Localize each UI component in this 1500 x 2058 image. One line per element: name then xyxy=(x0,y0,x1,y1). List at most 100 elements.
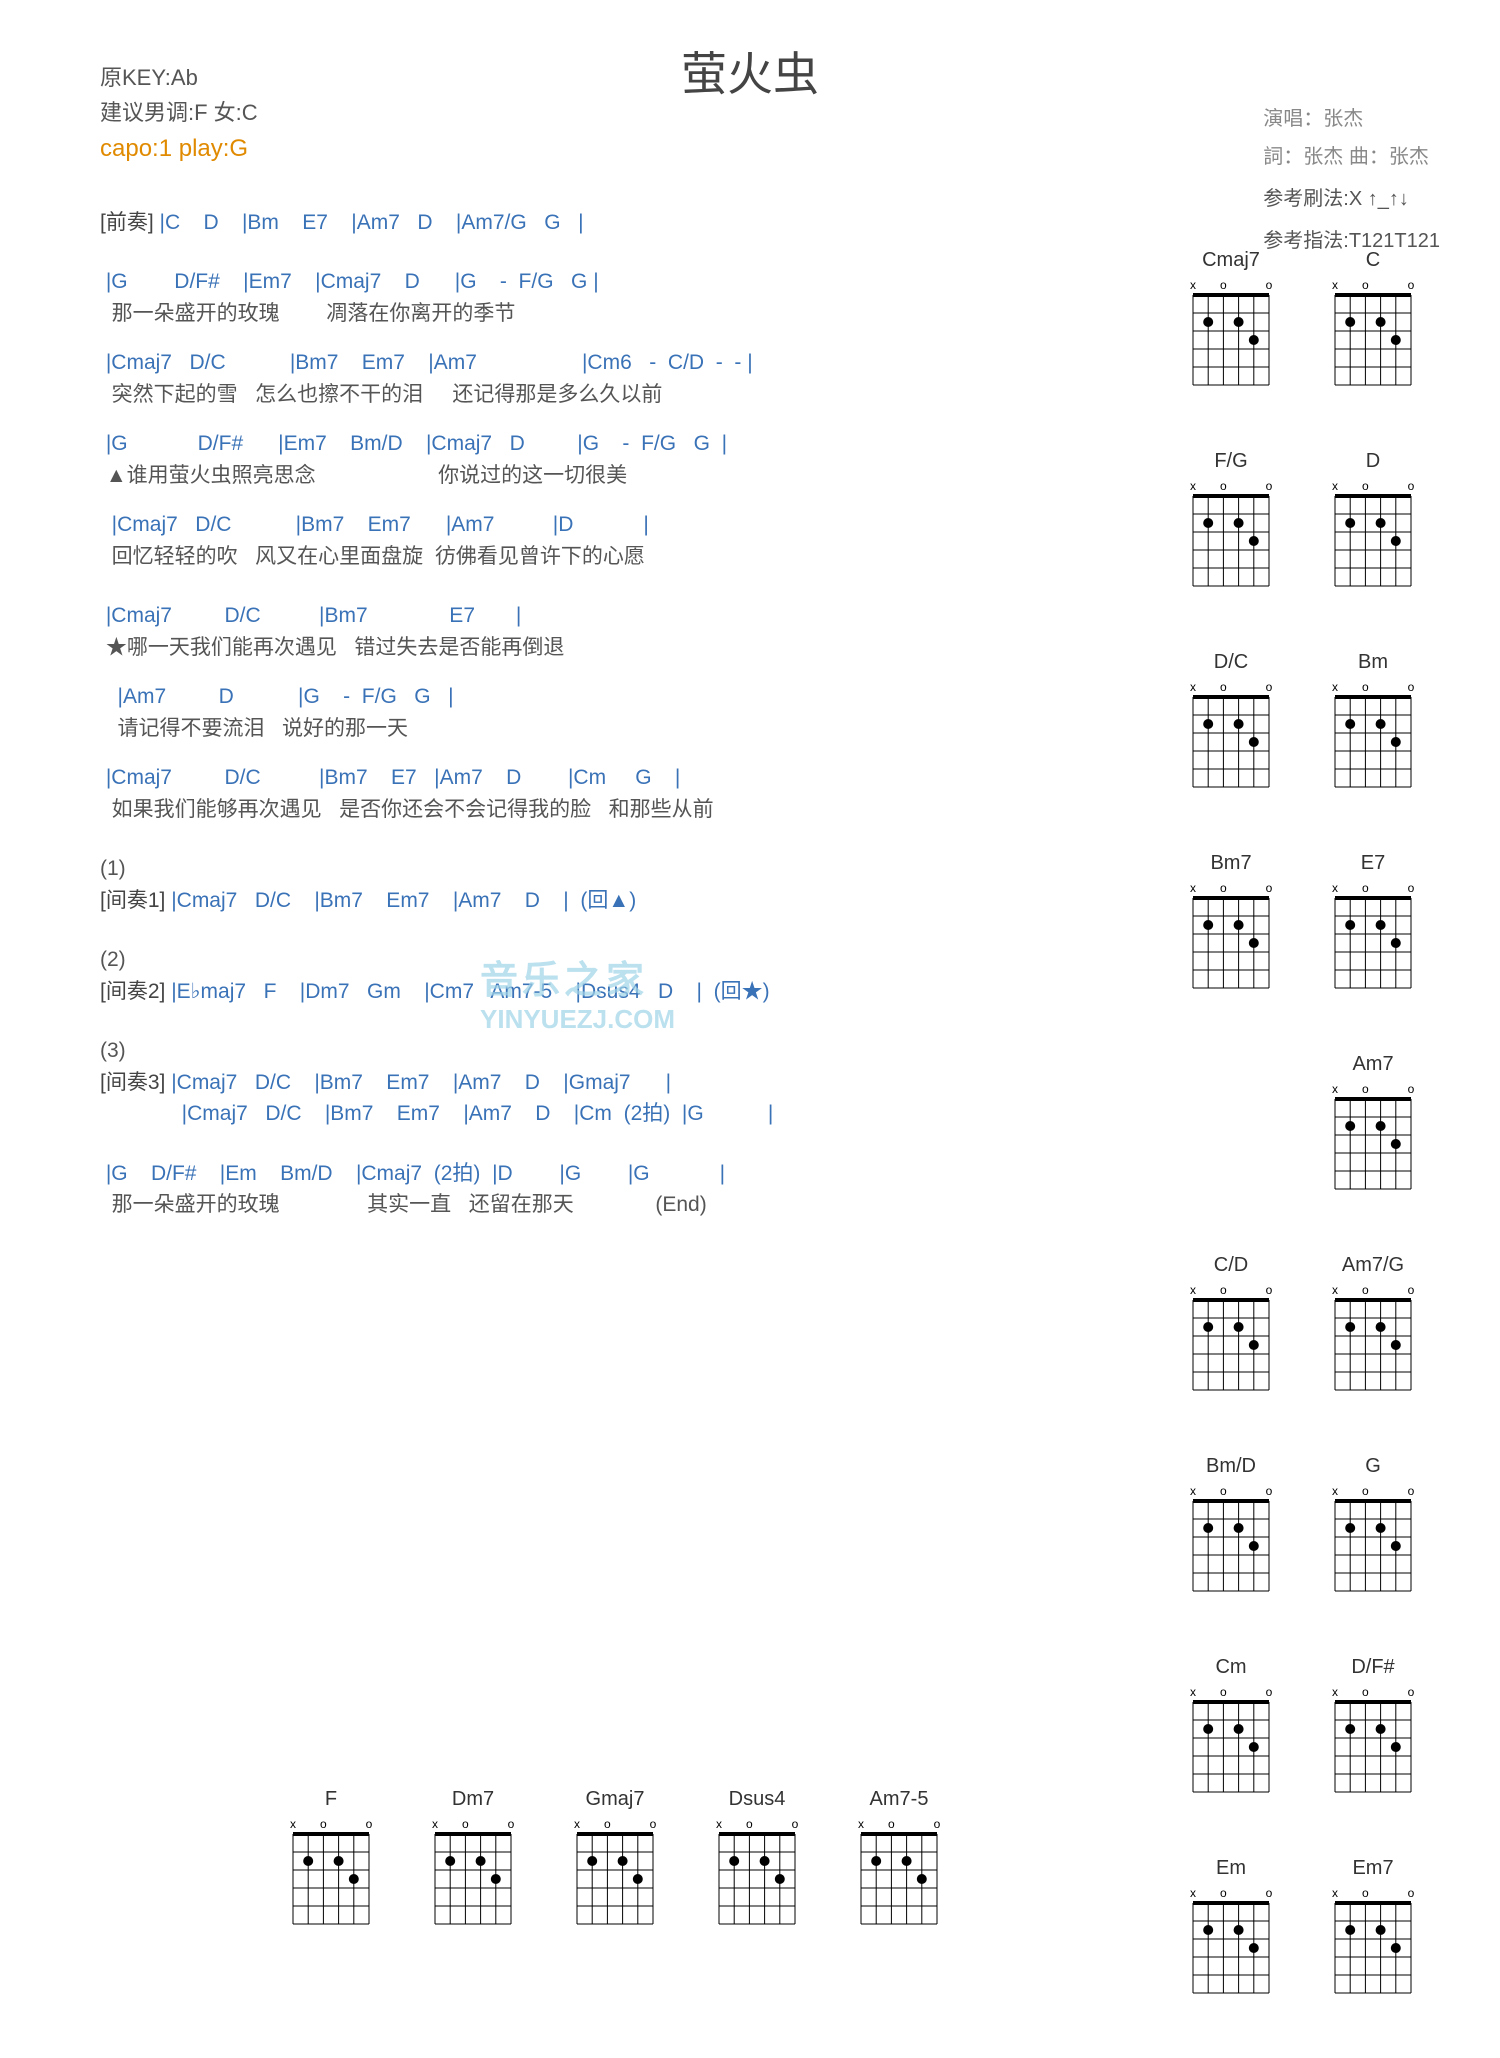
interlude-number: (3) xyxy=(100,1035,1130,1067)
fretboard-icon: xoo xyxy=(1166,277,1296,392)
line-pair: |G D/F# |Em7 Bm/D |Cmaj7 D |G - F/G G | … xyxy=(100,428,1130,491)
interlude-chord-row: |Cmaj7 D/C |Bm7 Em7 |Am7 D |Cm (2拍) |G | xyxy=(100,1098,1130,1130)
chord-row: |Am7 D |G - F/G G | xyxy=(100,681,1130,713)
svg-text:x: x xyxy=(1190,1283,1196,1297)
intro-chords: |C D |Bm E7 |Am7 D |Am7/G G | xyxy=(154,211,584,234)
chord-name: Am7 xyxy=(1308,1053,1438,1077)
chord-row: |Cmaj7 D/C |Bm7 E7 | xyxy=(100,600,1130,632)
line-pair: |Am7 D |G - F/G G | 请记得不要流泪 说好的那一天 xyxy=(100,681,1130,744)
chord-name: C/D xyxy=(1166,1254,1296,1278)
chord-diagram xyxy=(1166,1053,1296,1081)
svg-text:o: o xyxy=(792,1817,799,1831)
body-wrap: [前奏] |C D |Bm E7 |Am7 D |Am7/G G | 音乐之家 … xyxy=(100,179,1460,2058)
chord-row-pair: C/DxooAm7/Gxoo xyxy=(1160,1254,1460,1427)
chord-diagram: Cmxoo xyxy=(1166,1656,1296,1799)
chord-name xyxy=(1166,1053,1296,1077)
fretboard-icon: xoo xyxy=(1166,679,1296,794)
svg-text:o: o xyxy=(1362,1082,1369,1096)
lyric-row: 那一朵盛开的玫瑰 凋落在你离开的季节 xyxy=(100,298,1130,330)
chord-name: F xyxy=(266,1788,396,1812)
svg-text:o: o xyxy=(1408,1283,1415,1297)
interlude-chords: |Cmaj7 D/C |Bm7 Em7 |Am7 D | (回▲) xyxy=(165,889,636,912)
lyric-label: 詞：张杰 曲：张杰 xyxy=(1263,138,1440,176)
svg-text:o: o xyxy=(1220,1283,1227,1297)
svg-text:o: o xyxy=(604,1817,611,1831)
chord-diagram: Dm7xoo xyxy=(408,1788,538,1931)
chord-diagram: Cmaj7xoo xyxy=(1166,249,1296,392)
finger-pattern: 参考指法:T121T121 xyxy=(1263,222,1440,260)
fretboard-icon: xoo xyxy=(1308,277,1438,392)
interlude-chord-row: [间奏3] |Cmaj7 D/C |Bm7 Em7 |Am7 D |Gmaj7 … xyxy=(100,1067,1130,1099)
chord-row-pair: F/GxooDxoo xyxy=(1160,450,1460,623)
line-pair: |G D/F# |Em7 |Cmaj7 D |G - F/G G | 那一朵盛开… xyxy=(100,266,1130,329)
svg-text:o: o xyxy=(1408,1685,1415,1699)
chord-diagram: Gmaj7 x o o xyxy=(550,1788,680,1931)
lyric-row: 突然下起的雪 怎么也擦不干的泪 还记得那是多么久以前 xyxy=(100,379,1130,411)
chord-diagram: Dxoo xyxy=(1308,450,1438,593)
svg-text:o: o xyxy=(1362,881,1369,895)
intro-section: [前奏] |C D |Bm E7 |Am7 D |Am7/G G | xyxy=(100,207,1130,239)
chord-name: D/F# xyxy=(1308,1656,1438,1680)
svg-text:x: x xyxy=(290,1817,296,1831)
svg-text:o: o xyxy=(650,1817,657,1831)
svg-text:o: o xyxy=(1220,1484,1227,1498)
fretboard-icon: xoo xyxy=(692,1816,822,1931)
svg-text:o: o xyxy=(1408,881,1415,895)
lyric-row: 回忆轻轻的吹 风又在心里面盘旋 彷佛看见曾许下的心愿 xyxy=(100,541,1130,573)
svg-text:o: o xyxy=(1220,881,1227,895)
fretboard-icon: xoo xyxy=(1308,1081,1438,1196)
outro-line: |G D/F# |Em Bm/D |Cmaj7 (2拍) |D |G |G | … xyxy=(100,1158,1130,1221)
chord-row: |Cmaj7 D/C |Bm7 Em7 |Am7 |D | xyxy=(100,509,1130,541)
chord-diagram: Dsus4 x o o xyxy=(692,1788,822,1931)
chord-diagram: E7 x o o xyxy=(1308,852,1438,995)
svg-text:x: x xyxy=(716,1817,722,1831)
svg-text:o: o xyxy=(1266,479,1273,493)
interludes: (1)[间奏1] |Cmaj7 D/C |Bm7 Em7 |Am7 D | (回… xyxy=(100,853,1130,1130)
fretboard-icon: xoo xyxy=(1308,1684,1438,1799)
svg-text:x: x xyxy=(1332,881,1338,895)
svg-text:o: o xyxy=(462,1817,469,1831)
svg-text:o: o xyxy=(1266,1685,1273,1699)
intro-chord-row: [前奏] |C D |Bm E7 |Am7 D |Am7/G G | xyxy=(100,207,1130,239)
main-content: [前奏] |C D |Bm E7 |Am7 D |Am7/G G | 音乐之家 … xyxy=(100,179,1130,2058)
chord-name: Dsus4 xyxy=(692,1788,822,1812)
chord-diagram: Gxoo xyxy=(1308,1455,1438,1598)
svg-text:x: x xyxy=(432,1817,438,1831)
svg-text:o: o xyxy=(320,1817,327,1831)
svg-text:x: x xyxy=(1332,1283,1338,1297)
svg-text:x: x xyxy=(1332,1484,1338,1498)
svg-text:o: o xyxy=(746,1817,753,1831)
svg-text:x: x xyxy=(574,1817,580,1831)
chord-name: D/C xyxy=(1166,651,1296,675)
section-label: [间奏2] xyxy=(100,980,165,1003)
svg-text:o: o xyxy=(1220,680,1227,694)
svg-text:o: o xyxy=(1408,479,1415,493)
chord-row: |Cmaj7 D/C |Bm7 Em7 |Am7 |Cm6 - C/D - - … xyxy=(100,347,1130,379)
interlude: (2)[间奏2] |E♭maj7 F |Dm7 Gm |Cm7 Am7-5 |D… xyxy=(100,944,1130,1007)
fretboard-icon: xoo xyxy=(1308,880,1438,995)
interlude: (1)[间奏1] |Cmaj7 D/C |Bm7 Em7 |Am7 D | (回… xyxy=(100,853,1130,916)
svg-text:o: o xyxy=(1220,278,1227,292)
stanzas: |G D/F# |Em7 |Cmaj7 D |G - F/G G | 那一朵盛开… xyxy=(100,266,1130,825)
page: 萤火虫 演唱：张杰 詞：张杰 曲：张杰 参考刷法:X ↑_↑↓ 参考指法:T12… xyxy=(0,0,1500,2001)
song-title: 萤火虫 xyxy=(681,38,819,104)
chord-sidebar: Cmaj7xooCxooF/GxooDxooD/CxooBmxooBm7xooE… xyxy=(1130,179,1460,2058)
fretboard-icon: xoo xyxy=(834,1816,964,1931)
chord-name: E7 xyxy=(1308,852,1438,876)
chord-name: Dm7 xyxy=(408,1788,538,1812)
lyric-row: ▲谁用萤火虫照亮思念 你说过的这一切很美 xyxy=(100,460,1130,492)
svg-text:o: o xyxy=(1266,881,1273,895)
svg-text:o: o xyxy=(1266,278,1273,292)
fretboard-icon: xoo xyxy=(1308,679,1438,794)
lyric-row: 请记得不要流泪 说好的那一天 xyxy=(100,713,1130,745)
fretboard-icon: xoo xyxy=(408,1816,538,1931)
fretboard-icon: xoo xyxy=(1308,1483,1438,1598)
chord-name: Gmaj7 xyxy=(550,1788,680,1812)
chord-diagram: D/C xoo xyxy=(1166,651,1296,794)
chord-name: Am7-5 xyxy=(834,1788,964,1812)
interlude-chords: |E♭maj7 F |Dm7 Gm |Cm7 Am7-5 |Dsus4 D | … xyxy=(165,980,769,1003)
interlude-chord-row: [间奏2] |E♭maj7 F |Dm7 Gm |Cm7 Am7-5 |Dsus… xyxy=(100,976,1130,1008)
chord-row: |Cmaj7 D/C |Bm7 E7 |Am7 D |Cm G | xyxy=(100,762,1130,794)
chord-diagram: Cxoo xyxy=(1308,249,1438,392)
outro: |G D/F# |Em Bm/D |Cmaj7 (2拍) |D |G |G | … xyxy=(100,1158,1130,1221)
